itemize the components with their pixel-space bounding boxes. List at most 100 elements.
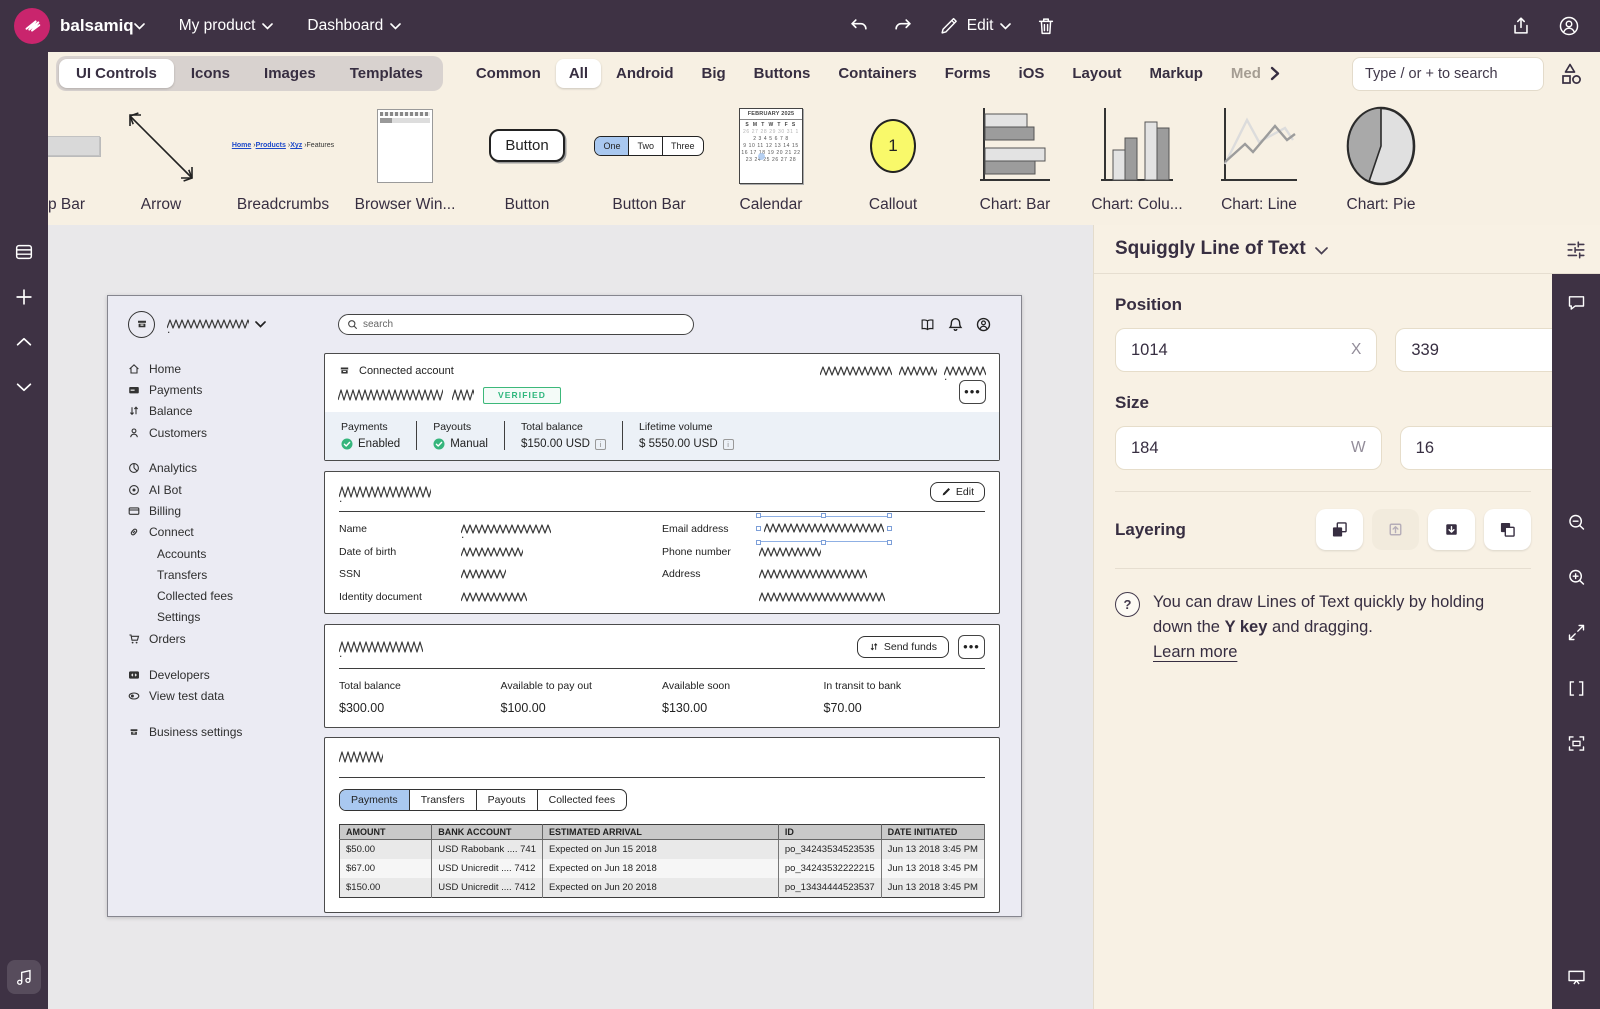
comments-panel-button[interactable] [1559, 285, 1593, 319]
mockup-nav-item[interactable]: View test data [128, 685, 324, 706]
mockup-logo-icon[interactable] [128, 311, 155, 338]
undo-button[interactable] [842, 9, 876, 43]
category-tab[interactable]: Forms [932, 59, 1004, 88]
bring-to-front-button[interactable] [1316, 509, 1363, 550]
dob-value-squiggle[interactable] [461, 547, 523, 557]
edit-button[interactable]: Edit [930, 482, 985, 502]
component-breadcrumbs[interactable]: HomeProductsXyzFeatures Breadcrumbs [222, 95, 344, 225]
info-icon[interactable] [723, 439, 734, 450]
component-chart-bar[interactable]: Chart: Bar [954, 95, 1076, 225]
ssn-value-squiggle[interactable] [461, 569, 506, 579]
component-button[interactable]: Button Button [466, 95, 588, 225]
component-arrow[interactable]: Arrow [100, 95, 222, 225]
tab-templates[interactable]: Templates [333, 59, 440, 88]
category-tab[interactable]: Med [1218, 59, 1263, 88]
heading-squiggles[interactable] [820, 366, 986, 376]
selected-squiggly-line[interactable] [759, 516, 889, 542]
selection-brackets-button[interactable] [1559, 671, 1593, 705]
tab-payouts[interactable]: Payouts [477, 790, 538, 810]
page-menu[interactable]: Dashboard [307, 17, 401, 35]
presentation-mode-button[interactable] [1559, 960, 1593, 994]
category-tab[interactable]: Common [463, 59, 554, 88]
tab-transfers[interactable]: Transfers [410, 790, 477, 810]
send-funds-button[interactable]: Send funds [857, 636, 949, 658]
phone-value-squiggle[interactable] [759, 547, 821, 557]
tab-ui-controls[interactable]: UI Controls [59, 59, 174, 88]
table-row[interactable]: $50.00USD Rabobank .... 741Expected on J… [340, 840, 985, 860]
category-tab[interactable]: Big [689, 59, 739, 88]
table-row[interactable]: $67.00USD Unicredit .... 7412Expected on… [340, 859, 985, 878]
zoom-in-button[interactable] [1559, 560, 1593, 594]
share-button[interactable] [1504, 9, 1538, 43]
table-row[interactable]: $150.00USD Unicredit .... 7412Expected o… [340, 878, 985, 898]
details-heading-squiggle[interactable] [339, 486, 431, 498]
component-chart-line[interactable]: Chart: Line [1198, 95, 1320, 225]
component-callout[interactable]: 1 Callout [832, 95, 954, 225]
zoom-out-button[interactable] [1559, 505, 1593, 539]
category-tab[interactable]: Layout [1059, 59, 1134, 88]
wireframe-sheet[interactable]: search Home [107, 295, 1022, 917]
chevron-down-icon[interactable] [255, 321, 266, 328]
info-icon[interactable] [595, 439, 606, 450]
edit-mode-menu[interactable]: Edit [938, 15, 1012, 37]
category-tab[interactable]: All [556, 59, 601, 88]
mockup-nav-item[interactable]: Connect [128, 522, 324, 543]
mockup-nav-item[interactable]: Transfers [128, 564, 324, 585]
mockup-nav-item[interactable]: Analytics [128, 458, 324, 479]
profile-icon[interactable] [976, 317, 991, 332]
mockup-nav-item[interactable]: Balance [128, 401, 324, 422]
mockup-account-name-squiggle[interactable] [167, 319, 249, 329]
category-tab[interactable]: Android [603, 59, 687, 88]
delete-button[interactable] [1029, 9, 1063, 43]
component-browser-window[interactable]: Browser Win... [344, 95, 466, 225]
project-menu[interactable]: My product [179, 17, 274, 35]
balance-panel[interactable]: Send funds Total balance$300.00 Availabl… [324, 624, 1000, 728]
pages-panel-button[interactable] [7, 235, 41, 269]
bring-forward-button[interactable] [1372, 509, 1419, 550]
redo-button[interactable] [886, 9, 920, 43]
next-page-button[interactable] [7, 370, 41, 404]
identity-doc-value-squiggle[interactable] [461, 592, 527, 602]
category-tab[interactable]: Buttons [741, 59, 824, 88]
component-chart-column[interactable]: Chart: Colu... [1076, 95, 1198, 225]
notifications-bell-icon[interactable] [948, 317, 963, 332]
mockup-nav-item[interactable]: Settings [128, 607, 324, 628]
mockup-nav-item[interactable]: Collected fees [128, 585, 324, 606]
balsamiq-logo-icon[interactable] [14, 8, 50, 44]
more-options-button[interactable] [958, 635, 985, 659]
category-tab[interactable]: Markup [1137, 59, 1216, 88]
learn-more-link[interactable]: Learn more [1153, 640, 1237, 665]
mockup-nav-item[interactable]: Customers [128, 422, 324, 443]
balance-heading-squiggle[interactable] [339, 641, 423, 653]
mockup-nav-item[interactable]: Home [128, 358, 324, 379]
mockup-nav-item[interactable]: Developers [128, 664, 324, 685]
table-heading-squiggle[interactable] [339, 751, 383, 763]
previous-page-button[interactable] [7, 325, 41, 359]
mockup-search-field[interactable]: search [338, 314, 694, 335]
send-to-back-button[interactable] [1484, 509, 1531, 550]
library-search-input[interactable] [1352, 57, 1544, 91]
component-calendar[interactable]: FEBRUARY 2025 S M T W T F S 26 27 28 29 … [710, 95, 832, 225]
categories-scroll-right-button[interactable] [1269, 66, 1284, 81]
focus-frame-button[interactable] [1559, 726, 1593, 760]
component-app-bar[interactable]: App Bar [48, 95, 100, 225]
personal-details-panel[interactable]: Edit Name Date of birth SSN [324, 471, 1000, 615]
shape-tools-button[interactable] [1550, 56, 1590, 92]
account-button[interactable] [1552, 9, 1586, 43]
mockup-nav-item[interactable]: Payments [128, 379, 324, 400]
wireframe-jazz-button[interactable] [7, 960, 41, 994]
tab-payments[interactable]: Payments [340, 790, 410, 810]
x-position-field[interactable]: X [1115, 328, 1377, 372]
wireframe-canvas[interactable]: search Home [48, 225, 1093, 1009]
width-field[interactable]: W [1115, 426, 1382, 470]
mockup-nav-item[interactable]: Billing [128, 500, 324, 521]
component-chart-pie[interactable]: Chart: Pie [1320, 95, 1442, 225]
category-tab[interactable]: iOS [1006, 59, 1058, 88]
chevron-down-icon[interactable] [1315, 247, 1328, 255]
connected-account-panel[interactable]: Connected account [324, 353, 1000, 461]
brand-menu-chevron-icon[interactable] [134, 23, 145, 30]
address-value-squiggle-2[interactable] [759, 592, 885, 602]
docs-book-icon[interactable] [920, 317, 935, 332]
add-page-button[interactable] [7, 280, 41, 314]
width-input[interactable] [1131, 439, 1351, 458]
